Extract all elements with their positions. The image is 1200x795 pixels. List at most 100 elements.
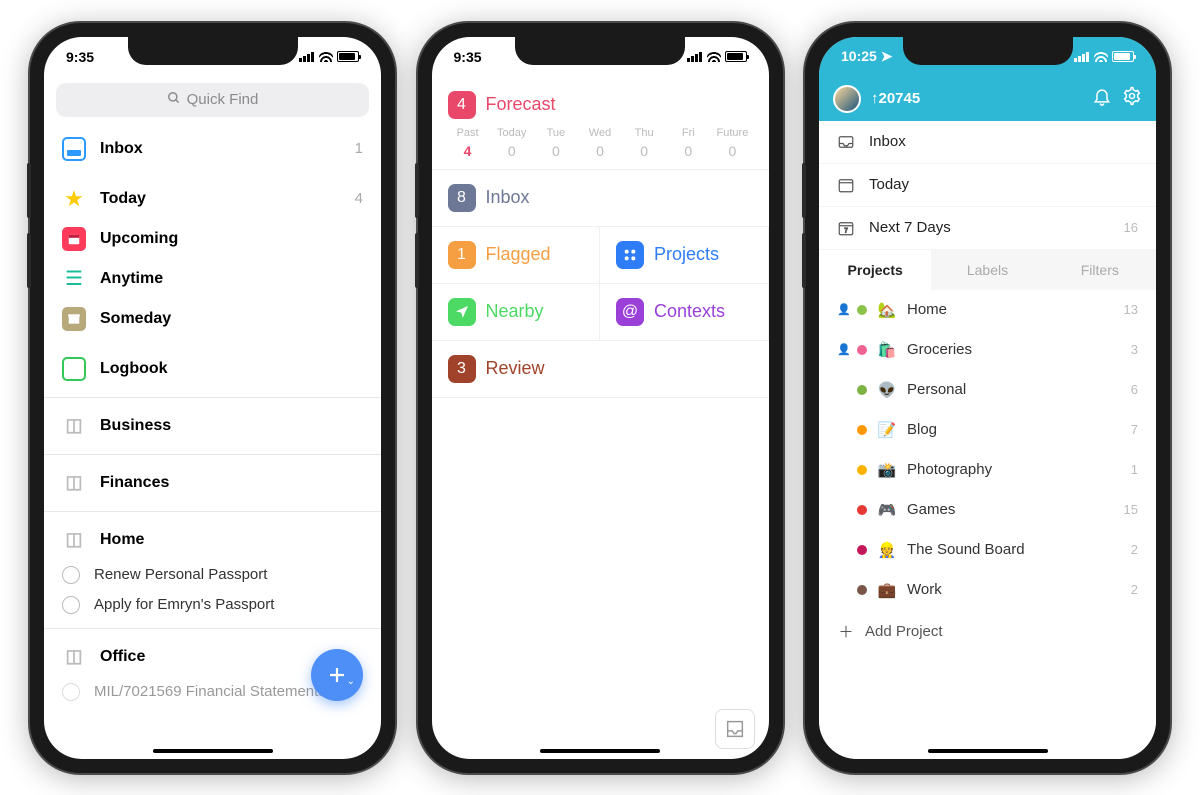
location-icon: ➤ [881,48,893,64]
signal-icon [687,52,703,62]
quick-entry-button[interactable] [715,709,755,749]
add-project-button[interactable]: ＋ Add Project [819,610,1156,653]
perspective-nearby[interactable]: Nearby [432,284,601,341]
project-item[interactable]: 💼Work2 [819,570,1156,610]
area-finances[interactable]: ◫ Finances [44,463,381,503]
project-count: 1 [1131,462,1138,477]
notch [903,37,1073,65]
add-button[interactable]: ⌄ [311,649,363,701]
project-label: Groceries [907,341,1121,358]
list-item-today[interactable]: ★ Today 4 [44,179,381,219]
review-badge: 3 [448,355,476,383]
wifi-icon [1094,52,1108,62]
nearby-label: Nearby [486,301,544,322]
project-color-dot [857,425,867,435]
forecast-label: Forecast [486,94,556,115]
notch [128,37,298,65]
signal-icon [1074,52,1090,62]
project-count: 15 [1124,502,1138,517]
project-emoji: 📝 [877,421,897,439]
tab-filters[interactable]: Filters [1044,250,1156,290]
project-emoji: 👷 [877,541,897,559]
project-color-dot [857,545,867,555]
checkbox-icon[interactable] [62,596,80,614]
perspective-review[interactable]: 3 Review [432,341,769,398]
forecast-badge: 4 [448,91,476,119]
smart-list-inbox[interactable]: Inbox [819,121,1156,164]
project-color-dot [857,305,867,315]
bell-icon[interactable] [1092,86,1112,111]
search-input[interactable]: Quick Find [56,83,369,117]
wifi-icon [319,52,333,62]
list-item-someday[interactable]: Someday [44,299,381,339]
contexts-icon: @ [616,298,644,326]
task-label: MIL/7021569 Financial Statements [94,683,326,700]
perspective-flagged[interactable]: 1 Flagged [432,227,601,284]
notch [515,37,685,65]
project-label: Games [907,501,1114,518]
projects-icon [616,241,644,269]
inbox-icon [837,133,855,151]
home-indicator [928,749,1048,753]
smart-list-today[interactable]: Today [819,164,1156,207]
contexts-label: Contexts [654,301,725,322]
status-time: 10:25 [841,48,877,64]
project-item[interactable]: 👷The Sound Board2 [819,530,1156,570]
project-color-dot [857,385,867,395]
flagged-label: Flagged [486,244,551,265]
list-item-anytime[interactable]: ☰ Anytime [44,259,381,299]
svg-text:7: 7 [844,228,848,234]
nearby-icon [448,298,476,326]
project-item[interactable]: 👽Personal6 [819,370,1156,410]
task-label: Renew Personal Passport [94,566,267,583]
project-item[interactable]: 🎮Games15 [819,490,1156,530]
battery-icon [1112,51,1134,62]
task-item[interactable]: Renew Personal Passport [44,560,381,590]
smart-list-next7[interactable]: 7 Next 7 Days 16 [819,207,1156,250]
gear-icon[interactable] [1122,86,1142,111]
layers-icon: ☰ [62,267,86,291]
list-item-inbox[interactable]: Inbox 1 [44,129,381,169]
chevron-down-icon: ⌄ [347,676,355,687]
checkbox-icon[interactable] [62,683,80,701]
project-item[interactable]: 📝Blog7 [819,410,1156,450]
perspective-inbox[interactable]: 8 Inbox [432,170,769,227]
checkbox-icon[interactable] [62,566,80,584]
list-item-upcoming[interactable]: Upcoming [44,219,381,259]
karma-score[interactable]: ↑20745 [871,90,1082,107]
calendar-week-icon: 7 [837,219,855,237]
phone-things: 9:35 Quick Find Inbox 1 ★ To [30,23,395,773]
tab-labels[interactable]: Labels [931,250,1043,290]
review-label: Review [486,358,545,379]
shared-icon: 👤 [837,343,847,356]
project-count: 3 [1131,342,1138,357]
list-item-logbook[interactable]: ✓ Logbook [44,349,381,389]
divider [44,397,381,398]
signal-icon [299,52,315,62]
project-emoji: 🏡 [877,301,897,319]
project-item[interactable]: 📸Photography1 [819,450,1156,490]
avatar[interactable] [833,85,861,113]
divider [44,628,381,629]
project-item[interactable]: 👤🏡Home13 [819,290,1156,330]
cube-icon: ◫ [62,645,86,669]
cube-icon: ◫ [62,471,86,495]
perspective-projects[interactable]: Projects [600,227,769,284]
search-icon [167,91,181,109]
app-header: ↑20745 [819,77,1156,121]
phone-omnifocus: 9:35 4 Forecast Past4 Today0 Tue0 Wed0 T… [418,23,783,773]
project-count: 6 [1131,382,1138,397]
calendar-icon [837,176,855,194]
area-home[interactable]: ◫ Home [44,520,381,560]
home-indicator [540,749,660,753]
task-item[interactable]: Apply for Emryn's Passport [44,590,381,620]
project-emoji: 💼 [877,581,897,599]
perspective-contexts[interactable]: @ Contexts [600,284,769,341]
task-label: Apply for Emryn's Passport [94,596,274,613]
area-business[interactable]: ◫ Business [44,406,381,446]
project-color-dot [857,585,867,595]
tab-projects[interactable]: Projects [819,250,931,290]
forecast-days: Past4 Today0 Tue0 Wed0 Thu0 Fri0 Future0 [432,123,769,170]
perspective-forecast[interactable]: 4 Forecast [432,77,769,123]
project-item[interactable]: 👤🛍️Groceries3 [819,330,1156,370]
